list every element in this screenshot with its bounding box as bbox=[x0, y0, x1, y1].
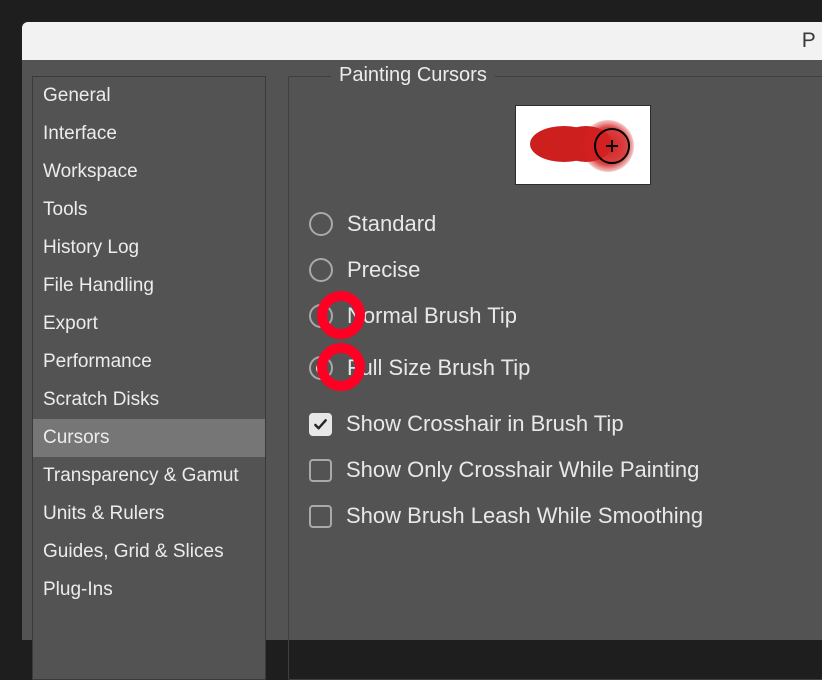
sidebar-item-label: Workspace bbox=[43, 161, 138, 182]
sidebar-item-file-handling[interactable]: File Handling bbox=[33, 267, 265, 305]
group-title: Painting Cursors bbox=[331, 64, 495, 87]
radio-label: Precise bbox=[347, 257, 420, 283]
preferences-sidebar: General Interface Workspace Tools History Lo… bbox=[32, 76, 266, 680]
checkbox-show-crosshair-in-brush-tip[interactable] bbox=[309, 413, 332, 436]
preferences-panel: General Interface Workspace Tools History Lo… bbox=[22, 60, 822, 640]
sidebar-item-general[interactable]: General bbox=[33, 77, 265, 115]
sidebar-item-workspace[interactable]: Workspace bbox=[33, 153, 265, 191]
painting-cursors-options: Standard Precise Normal Brush Tip Full Size… bbox=[309, 211, 822, 549]
sidebar-item-label: General bbox=[43, 85, 111, 106]
sidebar-item-transparency-gamut[interactable]: Transparency & Gamut bbox=[33, 457, 265, 495]
sidebar-item-guides-grid-slices[interactable]: Guides, Grid & Slices bbox=[33, 533, 265, 571]
radio-row: Full Size Brush Tip bbox=[309, 355, 822, 381]
radio-row: Normal Brush Tip bbox=[309, 303, 822, 329]
sidebar-item-label: Tools bbox=[43, 199, 87, 220]
radio-label: Full Size Brush Tip bbox=[347, 355, 530, 381]
sidebar-item-tools[interactable]: Tools bbox=[33, 191, 265, 229]
radio-normal-brush-tip[interactable] bbox=[309, 304, 333, 328]
cursor-preview bbox=[515, 105, 651, 185]
sidebar-item-units-rulers[interactable]: Units & Rulers bbox=[33, 495, 265, 533]
sidebar-item-label: Export bbox=[43, 313, 98, 334]
sidebar-item-cursors[interactable]: Cursors bbox=[33, 419, 265, 457]
window-titlebar: P bbox=[22, 22, 822, 60]
sidebar-item-label: Scratch Disks bbox=[43, 389, 159, 410]
sidebar-item-label: History Log bbox=[43, 237, 139, 258]
checkbox-row: Show Crosshair in Brush Tip bbox=[309, 411, 822, 437]
painting-cursors-group: Painting Cursors StandardPreciseNorma bbox=[288, 76, 822, 680]
checkbox-label: Show Brush Leash While Smoothing bbox=[346, 503, 703, 529]
checkbox-row: Show Brush Leash While Smoothing bbox=[309, 503, 822, 529]
brush-preview-icon bbox=[516, 106, 650, 184]
checkbox-label: Show Only Crosshair While Painting bbox=[346, 457, 699, 483]
sidebar-item-scratch-disks[interactable]: Scratch Disks bbox=[33, 381, 265, 419]
sidebar-item-performance[interactable]: Performance bbox=[33, 343, 265, 381]
sidebar-item-history-log[interactable]: History Log bbox=[33, 229, 265, 267]
window-title-text: P bbox=[802, 29, 816, 53]
checkbox-show-brush-leash-while-smoothing[interactable] bbox=[309, 505, 332, 528]
radio-label: Standard bbox=[347, 211, 436, 237]
radio-standard[interactable] bbox=[309, 212, 333, 236]
checkbox-label: Show Crosshair in Brush Tip bbox=[346, 411, 624, 437]
sidebar-item-label: Interface bbox=[43, 123, 117, 144]
radio-full-size-brush-tip[interactable] bbox=[309, 356, 333, 380]
checkbox-show-only-crosshair-while-painting[interactable] bbox=[309, 459, 332, 482]
sidebar-item-label: Performance bbox=[43, 351, 152, 372]
sidebar-item-label: Cursors bbox=[43, 427, 110, 448]
sidebar-item-label: Units & Rulers bbox=[43, 503, 164, 524]
sidebar-item-export[interactable]: Export bbox=[33, 305, 265, 343]
radio-precise[interactable] bbox=[309, 258, 333, 282]
radio-label: Normal Brush Tip bbox=[347, 303, 517, 329]
sidebar-item-plug-ins[interactable]: Plug-Ins bbox=[33, 571, 265, 609]
sidebar-item-label: File Handling bbox=[43, 275, 154, 296]
sidebar-item-label: Transparency & Gamut bbox=[43, 465, 239, 486]
sidebar-item-label: Guides, Grid & Slices bbox=[43, 541, 224, 562]
radio-row: Precise bbox=[309, 257, 822, 283]
radio-row: Standard bbox=[309, 211, 822, 237]
sidebar-item-label: Plug-Ins bbox=[43, 579, 113, 600]
checkbox-row: Show Only Crosshair While Painting bbox=[309, 457, 822, 483]
sidebar-item-interface[interactable]: Interface bbox=[33, 115, 265, 153]
